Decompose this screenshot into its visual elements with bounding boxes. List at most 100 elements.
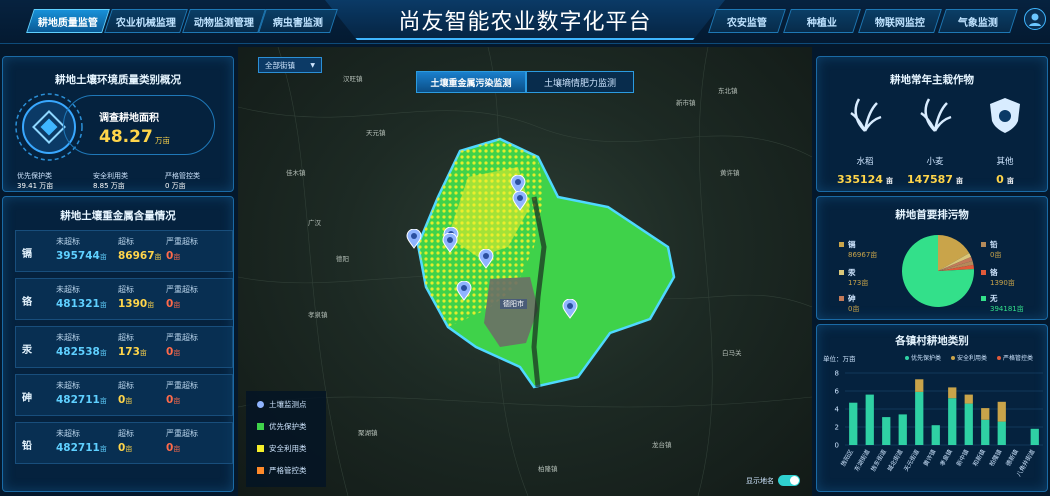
rice-icon bbox=[845, 95, 885, 135]
bar-优先保护类 bbox=[1030, 428, 1039, 445]
tab-left-2[interactable]: 动物监测管理 bbox=[182, 9, 266, 33]
pollutant-legend-item: 无 394181亩 bbox=[981, 293, 1024, 314]
bar-安全利用类 bbox=[981, 408, 990, 420]
tab-metal-monitoring[interactable]: 土壤重金属污染监测 bbox=[416, 71, 526, 93]
other-crop-icon bbox=[985, 95, 1025, 135]
legend-swatch bbox=[257, 423, 264, 430]
bar-优先保护类 bbox=[997, 421, 1006, 445]
tab-right-0[interactable]: 农安监管 bbox=[708, 9, 786, 33]
pollutant-pie-chart bbox=[902, 235, 974, 307]
bar-legend-item: 安全利用类 bbox=[951, 353, 987, 362]
village-bar-chart: 0 2 4 6 8 旌阳区东湖街道旌东街道城北街道天元街道 黄许镇 孝泉镇 新中镇 和新镇 柏隆镇德… bbox=[835, 370, 1043, 478]
user-avatar[interactable] bbox=[1024, 8, 1046, 30]
metal-severe-value: 0亩 bbox=[166, 442, 181, 454]
area-label: 调查耕地面积 bbox=[99, 113, 159, 124]
pollutant-legend-item: 铬 1390亩 bbox=[981, 267, 1015, 288]
crop-value: 335124 亩 bbox=[837, 173, 893, 186]
bar-unit: 单位：万亩 bbox=[823, 355, 856, 363]
metal-severe-value: 0亩 bbox=[166, 346, 181, 358]
monitor-point-icon[interactable] bbox=[442, 232, 458, 253]
legend-swatch bbox=[839, 270, 844, 275]
legend-dot bbox=[951, 355, 955, 360]
category-value: 39.41 万亩 bbox=[17, 182, 54, 190]
legend-swatch bbox=[257, 401, 264, 408]
area-value: 48.27 bbox=[99, 127, 153, 147]
metal-col-label: 超标 bbox=[118, 285, 134, 294]
monitor-point-icon[interactable] bbox=[456, 280, 472, 301]
place-label: 德阳 bbox=[336, 255, 349, 263]
metal-col-label: 超标 bbox=[118, 237, 134, 246]
x-tick-label: 东湖街道 bbox=[853, 448, 872, 473]
tab-left-0[interactable]: 耕地质量监管 bbox=[26, 9, 110, 33]
x-tick-label: 柏隆镇 bbox=[988, 448, 1004, 468]
y-tick-label: 8 bbox=[835, 370, 839, 378]
bar-安全利用类 bbox=[948, 387, 957, 399]
place-label: 孝泉镇 bbox=[308, 311, 328, 319]
place-label: 东北镇 bbox=[718, 87, 738, 95]
place-name-toggle[interactable]: 显示地名 bbox=[746, 475, 800, 486]
legend-item: 安全利用类 bbox=[257, 443, 307, 454]
tab-right-3[interactable]: 气象监测 bbox=[938, 9, 1018, 33]
legend-dot bbox=[997, 355, 1001, 360]
x-tick-label: 旌阳区 bbox=[839, 448, 855, 468]
metal-row-3: 砷 未超标 482711亩 超标 0亩 严重超标 0亩 bbox=[15, 374, 233, 416]
metal-name: 镉 bbox=[22, 249, 32, 260]
crop-name: 水稻 bbox=[856, 157, 874, 167]
monitor-point-icon[interactable] bbox=[406, 228, 422, 249]
metal-over-value: 0亩 bbox=[118, 394, 133, 406]
bar-优先保护类 bbox=[898, 414, 907, 445]
metal-col-label: 未超标 bbox=[56, 333, 80, 342]
bar-优先保护类 bbox=[849, 402, 858, 445]
y-tick-label: 0 bbox=[835, 442, 839, 450]
metal-ok-value: 482538亩 bbox=[56, 346, 107, 358]
legend-item: 优先保护类 bbox=[257, 421, 307, 432]
pollutant-legend-item: 镉 86967亩 bbox=[839, 239, 877, 260]
bar-优先保护类 bbox=[882, 417, 891, 445]
bar-优先保护类 bbox=[915, 391, 924, 445]
bar-优先保护类 bbox=[964, 403, 973, 445]
x-tick-label: 德新镇 bbox=[1004, 448, 1020, 468]
map-view[interactable]: 德阳市 汉旺镇 佳木镇 天元镇 广汉 德阳 新市镇 黄许镇 白马关 东北镇 聚湖镇 龙台镇 孝泉镇 柏隆… bbox=[238, 47, 812, 496]
monitor-point-icon[interactable] bbox=[512, 190, 528, 211]
x-tick-label: 和新镇 bbox=[971, 448, 987, 468]
tab-right-2[interactable]: 物联网监控 bbox=[858, 9, 942, 33]
toggle-switch[interactable] bbox=[778, 475, 800, 486]
category-label: 优先保护类 bbox=[17, 172, 52, 180]
page-title: 尚友智能农业数字化平台 bbox=[398, 10, 652, 35]
crop-name: 小麦 bbox=[926, 157, 944, 167]
metal-name: 砷 bbox=[22, 393, 32, 404]
x-tick-label: 新中镇 bbox=[955, 448, 971, 468]
area-unit: 万亩 bbox=[155, 136, 170, 145]
x-tick-label: 旌东街道 bbox=[869, 448, 888, 473]
tab-left-1[interactable]: 农业机械监理 bbox=[104, 9, 188, 33]
bar-优先保护类 bbox=[948, 398, 957, 445]
y-tick-label: 2 bbox=[835, 424, 839, 432]
bar-优先保护类 bbox=[931, 425, 940, 445]
pollutant-legend-item: 汞 173亩 bbox=[839, 267, 868, 288]
metal-col-label: 严重超标 bbox=[166, 237, 198, 246]
metal-row-1: 铬 未超标 481321亩 超标 1390亩 严重超标 0亩 bbox=[15, 278, 233, 320]
metal-severe-value: 0亩 bbox=[166, 298, 181, 310]
metal-ok-value: 482711亩 bbox=[56, 394, 107, 406]
monitor-point-icon[interactable] bbox=[478, 248, 494, 269]
place-label: 广汉 bbox=[308, 219, 321, 227]
place-label: 黄许镇 bbox=[720, 169, 740, 177]
legend-swatch bbox=[981, 270, 986, 275]
panel-title: 各镇村耕地类别 bbox=[895, 335, 969, 347]
monitor-point-icon[interactable] bbox=[562, 298, 578, 319]
town-select[interactable]: 全部街镇 ▼ bbox=[258, 57, 322, 73]
panel-title: 耕地土壤重金属含量情况 bbox=[60, 210, 176, 222]
tab-right-1[interactable]: 种植业 bbox=[783, 9, 861, 33]
metal-col-label: 未超标 bbox=[56, 285, 80, 294]
tab-fertility-monitoring[interactable]: 土壤墒情肥力监测 bbox=[526, 71, 634, 93]
metal-name: 铅 bbox=[22, 441, 32, 452]
map-legend: 土壤监测点 优先保护类 安全利用类 严格管控类 bbox=[246, 391, 326, 487]
panel-title: 耕地首要排污物 bbox=[895, 209, 969, 221]
place-label: 天元镇 bbox=[366, 129, 386, 137]
tab-left-3[interactable]: 病虫害监测 bbox=[258, 9, 338, 33]
bar-legend-item: 严格管控类 bbox=[997, 353, 1033, 362]
metal-over-value: 1390亩 bbox=[118, 298, 155, 310]
crop-value: 0亩 bbox=[996, 173, 1014, 186]
bar-安全利用类 bbox=[997, 401, 1006, 422]
legend-dot bbox=[905, 355, 909, 360]
